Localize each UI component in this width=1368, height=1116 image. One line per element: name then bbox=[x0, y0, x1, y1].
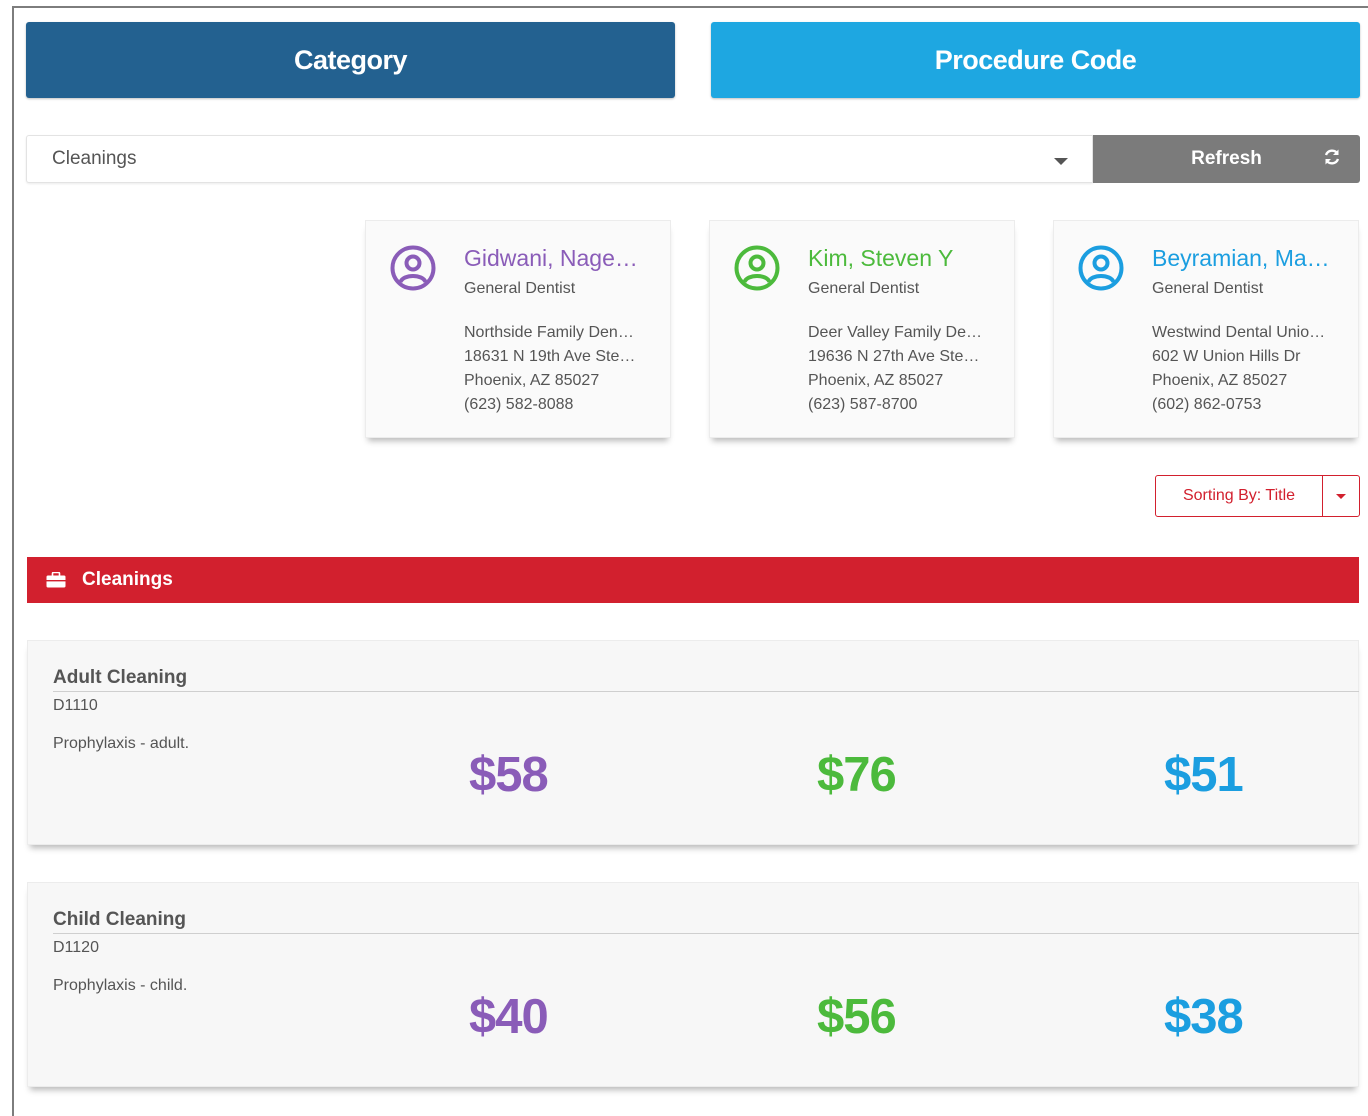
provider-card[interactable]: Gidwani, Nage… General Dentist Northside… bbox=[365, 220, 671, 438]
provider-card[interactable]: Kim, Steven Y General Dentist Deer Valle… bbox=[709, 220, 1015, 438]
procedure-card: Adult Cleaning D1110 Prophylaxis - adult… bbox=[27, 640, 1359, 845]
procedure-code: D1110 bbox=[53, 697, 98, 714]
procedure-description: Prophylaxis - adult. bbox=[53, 735, 190, 752]
provider-type: General Dentist bbox=[1152, 280, 1264, 297]
provider-type: General Dentist bbox=[464, 280, 576, 297]
street-address: 602 W Union Hills Dr bbox=[1152, 348, 1301, 365]
category-select[interactable]: Cleanings bbox=[26, 135, 1093, 183]
user-avatar-icon bbox=[1078, 245, 1124, 291]
provider-address: Northside Family Den… 18631 N 19th Ave S… bbox=[464, 321, 635, 417]
price-provider-2: $76 bbox=[817, 748, 897, 802]
procedure-code: D1120 bbox=[53, 939, 99, 956]
sort-button-label: Sorting By: Title bbox=[1182, 487, 1296, 504]
price-provider-3: $38 bbox=[1164, 990, 1244, 1044]
refresh-icon bbox=[1324, 149, 1340, 165]
street-address: 18631 N 19th Ave Ste… bbox=[464, 348, 636, 365]
sort-dropdown-toggle[interactable] bbox=[1322, 475, 1360, 517]
user-avatar-icon bbox=[390, 245, 436, 291]
refresh-button-label: Refresh bbox=[1191, 148, 1262, 169]
section-header: Cleanings bbox=[27, 557, 1359, 603]
caret-down-icon bbox=[1336, 494, 1346, 499]
provider-name[interactable]: Gidwani, Nage… bbox=[464, 245, 638, 272]
city-state-zip: Phoenix, AZ 85027 bbox=[1152, 372, 1288, 389]
provider-name[interactable]: Kim, Steven Y bbox=[808, 245, 953, 272]
category-select-value: Cleanings bbox=[52, 148, 137, 169]
street-address: 19636 N 27th Ave Ste… bbox=[808, 348, 980, 365]
phone-number: (602) 862-0753 bbox=[1152, 396, 1262, 413]
price-provider-3: $51 bbox=[1164, 748, 1244, 802]
chevron-down-icon bbox=[1054, 158, 1068, 165]
category-tab-button[interactable]: Category bbox=[26, 22, 675, 98]
section-title: Cleanings bbox=[82, 569, 173, 590]
practice-name: Northside Family Den… bbox=[464, 324, 634, 341]
city-state-zip: Phoenix, AZ 85027 bbox=[464, 372, 600, 389]
procedure-title: Adult Cleaning bbox=[53, 667, 1359, 692]
city-state-zip: Phoenix, AZ 85027 bbox=[808, 372, 944, 389]
practice-name: Westwind Dental Unio… bbox=[1152, 324, 1326, 341]
procedure-code-tab-button[interactable]: Procedure Code bbox=[711, 22, 1360, 98]
procedure-title: Child Cleaning bbox=[53, 909, 1359, 934]
price-provider-1: $40 bbox=[469, 990, 549, 1044]
practice-name: Deer Valley Family De… bbox=[808, 324, 982, 341]
provider-address: Westwind Dental Unio… 602 W Union Hills … bbox=[1152, 321, 1325, 417]
procedure-card: Child Cleaning D1120 Prophylaxis - child… bbox=[27, 882, 1359, 1087]
refresh-button[interactable]: Refresh bbox=[1093, 135, 1360, 183]
briefcase-icon bbox=[46, 572, 66, 588]
phone-number: (623) 582-8088 bbox=[464, 396, 574, 413]
provider-address: Deer Valley Family De… 19636 N 27th Ave … bbox=[808, 321, 982, 417]
provider-type: General Dentist bbox=[808, 280, 920, 297]
phone-number: (623) 587-8700 bbox=[808, 396, 918, 413]
price-provider-2: $56 bbox=[817, 990, 897, 1044]
sort-button[interactable]: Sorting By: Title bbox=[1155, 475, 1323, 517]
procedure-description: Prophylaxis - child. bbox=[53, 977, 188, 994]
price-provider-1: $58 bbox=[469, 748, 549, 802]
provider-card[interactable]: Beyramian, Ma… General Dentist Westwind … bbox=[1053, 220, 1359, 438]
provider-name[interactable]: Beyramian, Ma… bbox=[1152, 245, 1330, 272]
user-avatar-icon bbox=[734, 245, 780, 291]
